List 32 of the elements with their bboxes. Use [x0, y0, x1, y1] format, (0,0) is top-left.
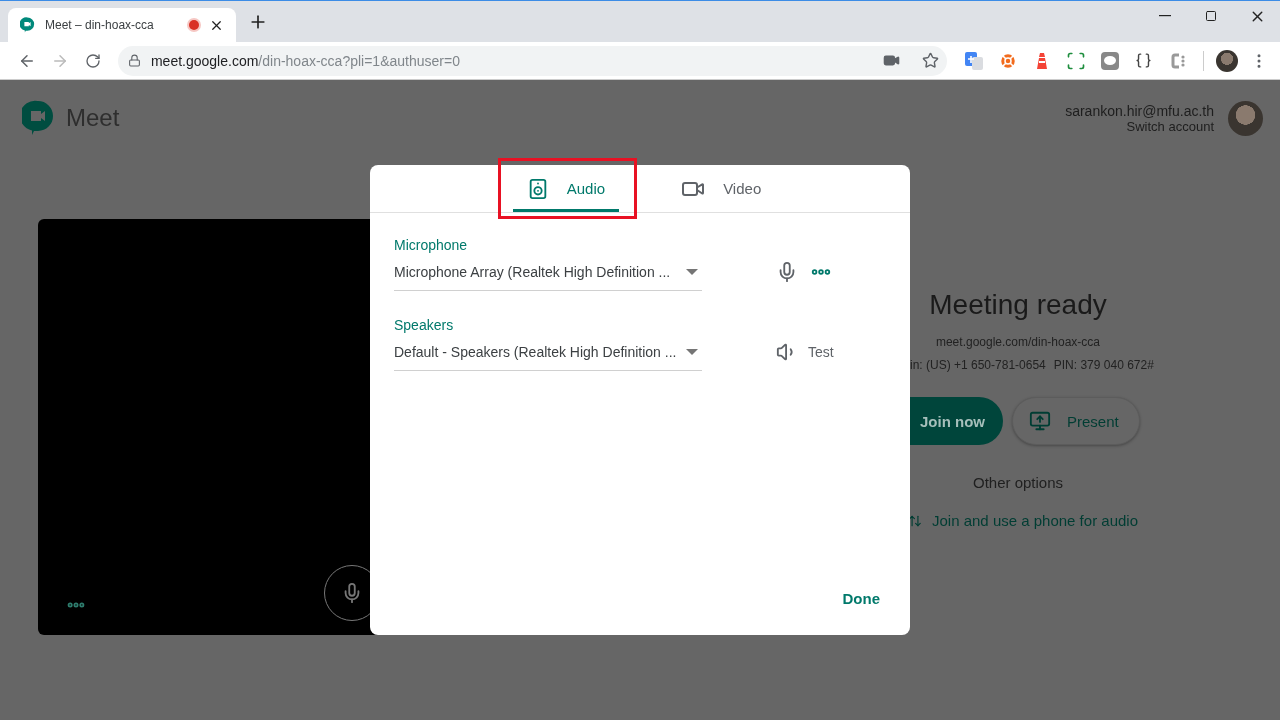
url-text: meet.google.com/din-hoax-cca?pli=1&authuser=0: [150, 52, 461, 69]
other-options-heading: Other options: [972, 474, 1064, 491]
present-screen-icon: [1029, 410, 1051, 432]
meet-favicon-icon: [20, 17, 35, 33]
address-bar[interactable]: meet.google.com/din-hoax-cca?pli=1&authuser=0: [117, 45, 947, 76]
device-label: Speakers: [394, 317, 455, 333]
caret-icon: [686, 268, 698, 275]
account-email: sarankon.hir@mfu.ac.th: [1065, 102, 1214, 119]
account-avatar[interactable]: [1228, 100, 1263, 136]
join-now-button[interactable]: Join now: [910, 397, 1003, 445]
browser-tab[interactable]: Meet – din-hoax-cca: [8, 8, 236, 42]
bookmark-star-icon[interactable]: [922, 52, 939, 69]
lock-icon: [127, 54, 141, 67]
dial-in-number: in: (US) +1 650-781-0654: [910, 358, 1046, 372]
meeting-pin: PIN: 379 040 672#: [1053, 358, 1154, 372]
profile-avatar[interactable]: [1216, 49, 1238, 72]
reload-icon: [85, 52, 102, 69]
phone-audio-icon: [908, 513, 922, 528]
meet-logo-icon: [22, 100, 54, 136]
dialog-tab[interactable]: Video: [667, 165, 776, 212]
device-select[interactable]: Microphone Array (Realtek High Definition ...: [394, 253, 702, 291]
device-label: Microphone: [394, 237, 469, 253]
minimize-icon: [1159, 15, 1171, 17]
test-button[interactable]: Test: [776, 341, 834, 363]
device-select[interactable]: Default - Speakers (Realtek High Definition ...: [394, 333, 702, 371]
meeting-title: Meeting ready: [929, 289, 1107, 321]
tab-title: Meet – din-hoax-cca: [45, 18, 155, 32]
dialog-tab[interactable]: Audio: [512, 165, 620, 212]
app-name: Meet: [66, 104, 120, 132]
maximize-icon: [1205, 10, 1217, 22]
caret-icon: [686, 348, 698, 355]
done-button[interactable]: Done: [834, 582, 888, 615]
